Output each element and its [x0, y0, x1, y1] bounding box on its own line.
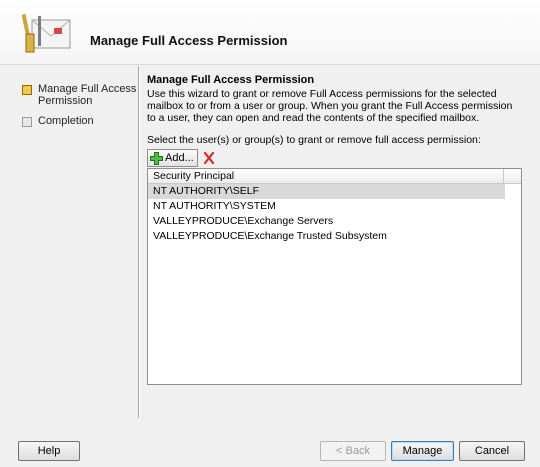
list-row[interactable]: VALLEYPRODUCE\Exchange Servers [148, 214, 505, 229]
add-button[interactable]: Add... [147, 149, 198, 167]
manage-button[interactable]: Manage [391, 441, 454, 461]
active-step-icon [22, 85, 32, 95]
wizard-header: Manage Full Access Permission [0, 0, 540, 65]
list-row[interactable]: VALLEYPRODUCE\Exchange Trusted Subsystem [148, 229, 505, 244]
step-completion: Completion [22, 115, 138, 127]
step-manage-full-access: Manage Full Access Permission [22, 83, 138, 107]
list-row[interactable]: NT AUTHORITY\SYSTEM [148, 199, 505, 214]
content-title: Manage Full Access Permission [147, 74, 315, 86]
list-row[interactable]: NT AUTHORITY\SELF [148, 184, 505, 199]
remove-button[interactable] [202, 151, 216, 165]
green-plus-icon [150, 151, 163, 165]
select-instruction: Select the user(s) or group(s) to grant … [147, 134, 481, 146]
help-button[interactable]: Help [18, 441, 80, 461]
column-header-security-principal[interactable]: Security Principal [148, 169, 504, 183]
content-description: Use this wizard to grant or remove Full … [147, 88, 513, 124]
wizard-title: Manage Full Access Permission [90, 33, 288, 48]
list-header: Security Principal [148, 169, 521, 184]
step-label: Manage Full Access Permission [38, 83, 137, 107]
permission-toolbar: Add... [147, 149, 216, 167]
mailbox-wizard-icon [21, 13, 76, 56]
add-button-label: Add... [165, 152, 194, 164]
content-area: Manage Full Access Permission Use this w… [147, 74, 522, 124]
wizard-steps: Manage Full Access Permission Completion [0, 64, 138, 424]
inactive-step-icon [22, 117, 32, 127]
vertical-divider [138, 66, 140, 418]
step-label: Completion [38, 115, 94, 127]
cancel-button[interactable]: Cancel [459, 441, 525, 461]
back-button[interactable]: < Back [320, 441, 386, 461]
security-principal-list[interactable]: Security Principal NT AUTHORITY\SELF NT … [147, 168, 522, 385]
